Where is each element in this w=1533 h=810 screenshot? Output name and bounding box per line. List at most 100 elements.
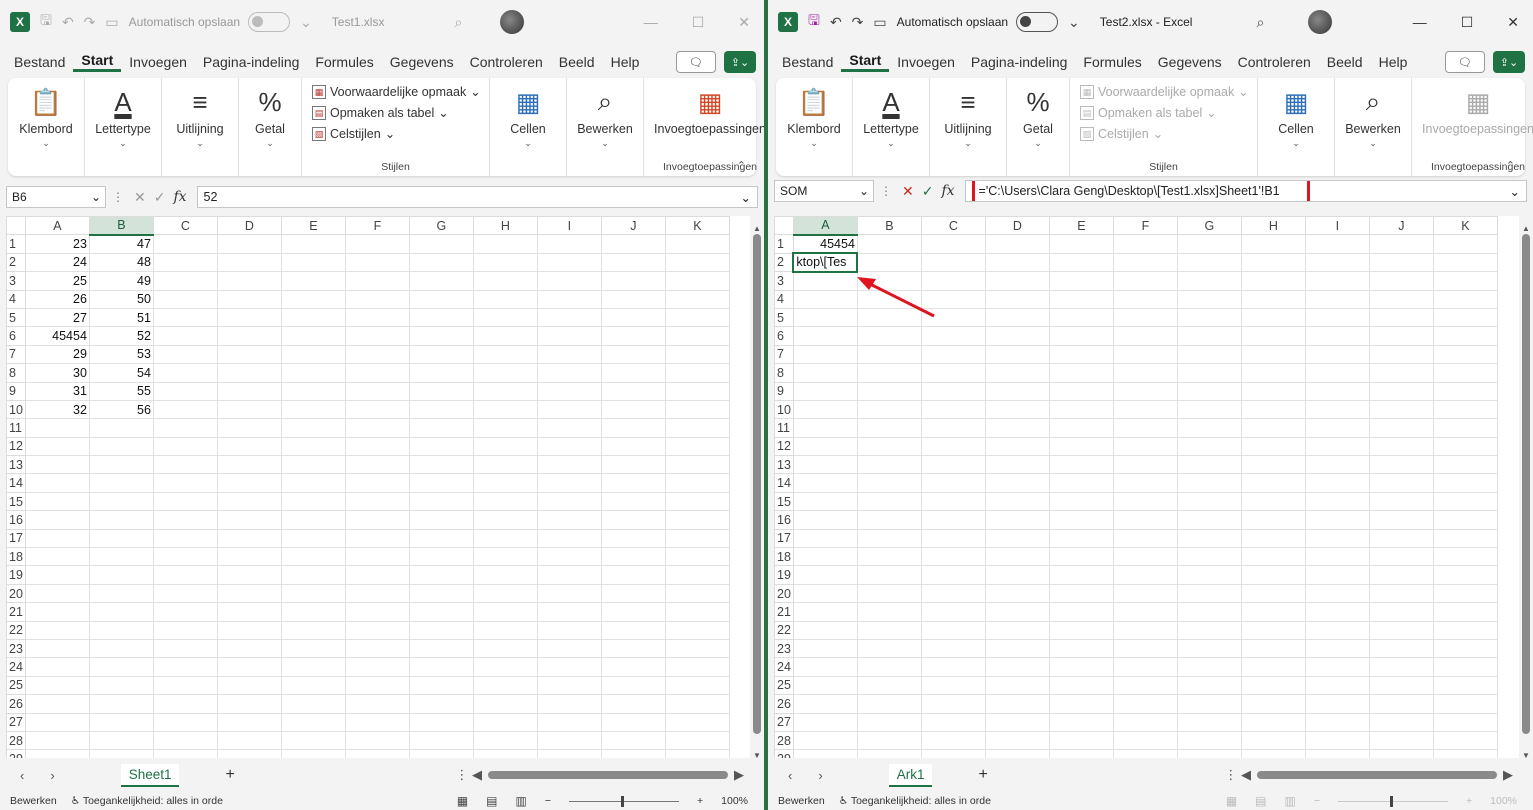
uitlijning-button[interactable]: ≡ Uitlijning ⌄ — [168, 84, 232, 149]
cell[interactable] — [1112, 234, 1178, 254]
cell[interactable] — [536, 271, 602, 291]
save-icon[interactable]: 🖫 — [40, 10, 52, 34]
getal-button[interactable]: % Getal ⌄ — [1013, 84, 1063, 149]
menu-formules[interactable]: Formules — [307, 54, 381, 70]
cell[interactable] — [792, 510, 858, 530]
cell[interactable] — [1176, 381, 1242, 401]
cell[interactable] — [536, 473, 602, 493]
cell[interactable] — [792, 399, 858, 420]
cell[interactable] — [344, 712, 410, 732]
menu-invoegen[interactable]: Invoegen — [121, 54, 195, 70]
cell[interactable] — [856, 344, 922, 365]
cell[interactable] — [664, 363, 730, 383]
cell[interactable]: 25 — [24, 271, 90, 291]
cell[interactable] — [472, 694, 538, 714]
more-icon[interactable]: ⋮ — [880, 184, 892, 198]
cell[interactable] — [408, 363, 474, 383]
cell[interactable] — [792, 528, 858, 549]
cell[interactable] — [1240, 344, 1306, 365]
cell[interactable] — [280, 234, 346, 254]
cell[interactable] — [88, 510, 154, 530]
cell[interactable] — [1368, 712, 1434, 732]
cell[interactable] — [344, 234, 410, 254]
cell[interactable] — [920, 363, 986, 383]
cell[interactable] — [472, 381, 538, 401]
cell[interactable]: 30 — [24, 363, 90, 383]
column-header[interactable]: I — [1304, 216, 1370, 236]
cell[interactable] — [600, 344, 666, 365]
cell[interactable] — [344, 491, 410, 512]
column-header[interactable]: D — [216, 216, 282, 236]
cell[interactable] — [1432, 326, 1498, 346]
cell[interactable] — [792, 565, 858, 585]
cell[interactable] — [408, 730, 474, 751]
cell[interactable] — [408, 491, 474, 512]
cell[interactable] — [472, 418, 538, 438]
cell[interactable] — [856, 620, 922, 640]
cell[interactable] — [152, 455, 218, 475]
cell[interactable] — [792, 583, 858, 604]
cell[interactable] — [408, 252, 474, 273]
column-header[interactable]: B — [88, 216, 154, 236]
cell[interactable] — [1176, 602, 1242, 622]
cell[interactable] — [88, 620, 154, 640]
cell[interactable] — [344, 730, 410, 751]
cancel-icon[interactable]: ✕ — [902, 183, 914, 200]
cell[interactable] — [216, 583, 282, 604]
menu-controleren[interactable]: Controleren — [1230, 54, 1319, 70]
cell[interactable] — [408, 455, 474, 475]
cell[interactable] — [1112, 455, 1178, 475]
cell[interactable] — [216, 657, 282, 677]
cell[interactable] — [984, 473, 1050, 493]
cell[interactable] — [1112, 730, 1178, 751]
cell[interactable] — [536, 344, 602, 365]
row-header[interactable]: 14 — [774, 473, 794, 493]
row-header[interactable]: 29 — [6, 749, 26, 758]
cell[interactable] — [1048, 234, 1114, 254]
cell[interactable] — [984, 344, 1050, 365]
cell[interactable] — [408, 289, 474, 309]
cell[interactable] — [1432, 289, 1498, 309]
cell[interactable] — [664, 326, 730, 346]
cell[interactable] — [984, 399, 1050, 420]
next-sheet-icon[interactable]: › — [818, 768, 822, 783]
cell[interactable] — [1176, 583, 1242, 604]
cell[interactable] — [280, 694, 346, 714]
cell[interactable] — [1240, 510, 1306, 530]
cancel-icon[interactable]: ✕ — [134, 189, 146, 206]
cell[interactable] — [664, 307, 730, 328]
cell[interactable] — [664, 271, 730, 291]
cell[interactable] — [152, 565, 218, 585]
menu-help[interactable]: Help — [1371, 54, 1416, 70]
cell[interactable] — [600, 694, 666, 714]
cell[interactable] — [536, 234, 602, 254]
cell[interactable] — [1432, 510, 1498, 530]
cell[interactable] — [1112, 565, 1178, 585]
cell[interactable] — [536, 675, 602, 696]
cell[interactable] — [536, 307, 602, 328]
cell[interactable] — [856, 436, 922, 457]
row-header[interactable]: 24 — [6, 657, 26, 677]
cell[interactable] — [472, 307, 538, 328]
cell[interactable] — [1048, 675, 1114, 696]
cell[interactable] — [600, 418, 666, 438]
cell[interactable] — [792, 602, 858, 622]
cell[interactable] — [472, 399, 538, 420]
cell[interactable] — [1176, 565, 1242, 585]
menu-beeld[interactable]: Beeld — [1319, 54, 1371, 70]
cell[interactable] — [216, 675, 282, 696]
cell[interactable] — [600, 730, 666, 751]
cell[interactable] — [1048, 289, 1114, 309]
customize-icon[interactable]: ⌄ — [1068, 14, 1080, 31]
cell[interactable] — [280, 252, 346, 273]
vertical-scrollbar[interactable]: ▲ ▼ — [752, 224, 762, 760]
cell[interactable] — [216, 326, 282, 346]
row-header[interactable]: 23 — [774, 638, 794, 659]
voorwaardelijke-opmaak-button[interactable]: ▦ Voorwaardelijke opmaak ⌄ — [312, 84, 481, 99]
cell[interactable] — [472, 675, 538, 696]
search-icon[interactable]: ⌕ — [454, 14, 462, 31]
cell[interactable] — [408, 565, 474, 585]
cell-table[interactable]: A B C D E F G H I J K 1 23 47 2 24 48 3 25 49 4 26 50 5 27 51 6 454… — [6, 216, 730, 758]
cell[interactable] — [408, 547, 474, 567]
cell[interactable] — [216, 528, 282, 549]
